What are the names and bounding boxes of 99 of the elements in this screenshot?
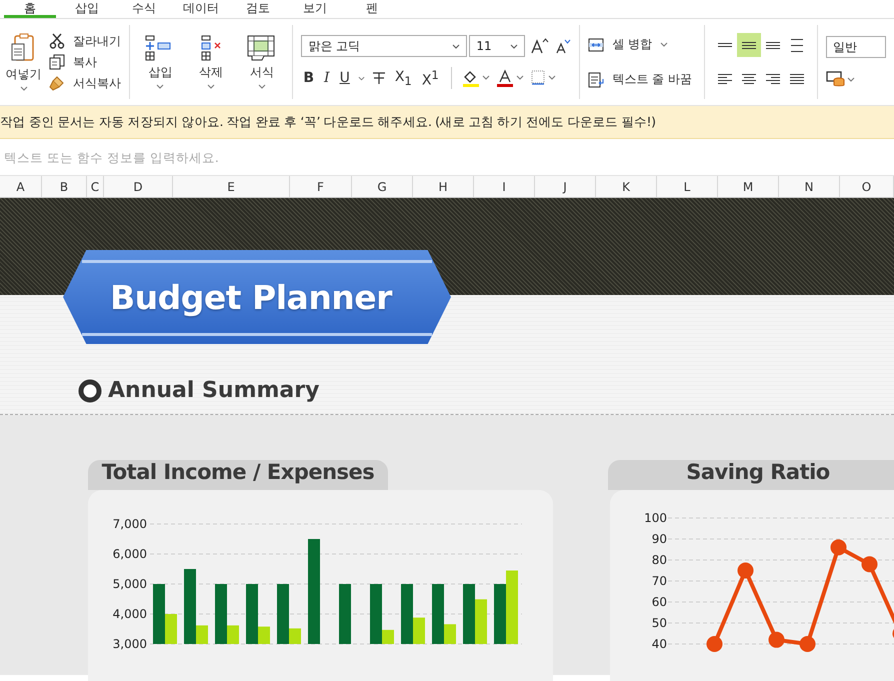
menu-tab[interactable]: 수식 xyxy=(118,0,170,18)
underline-button[interactable]: U xyxy=(338,70,352,86)
align-lines-icon xyxy=(765,42,781,48)
insert-button[interactable]: 삽입 xyxy=(140,35,180,89)
caret-icon xyxy=(156,84,164,89)
strikethrough-icon[interactable] xyxy=(370,70,387,86)
font-color-icon[interactable] xyxy=(496,69,524,87)
column-header[interactable]: A xyxy=(0,176,42,197)
bar xyxy=(494,584,506,644)
column-header[interactable]: B xyxy=(42,176,87,197)
borders-icon[interactable] xyxy=(530,69,556,87)
cell-format-icon xyxy=(246,35,277,61)
format-painter-button[interactable]: 서식복사 xyxy=(49,74,121,92)
y-axis-label: 3,000 xyxy=(112,637,147,651)
align-lines-icon xyxy=(741,74,757,84)
copy-button[interactable]: 복사 xyxy=(49,54,121,70)
number-format-dropdown[interactable]: 일반 xyxy=(826,36,886,58)
data-point xyxy=(862,556,878,572)
section-heading: Annual Summary xyxy=(108,378,320,403)
font-name-dropdown[interactable]: 맑은 고딕 xyxy=(301,35,468,57)
scissors-icon xyxy=(49,33,65,49)
data-point xyxy=(768,632,784,648)
cut-button[interactable]: 잘라내기 xyxy=(49,32,121,50)
wrap-text-icon xyxy=(588,72,604,88)
sheet-title: Budget Planner xyxy=(110,278,392,316)
font-size-dropdown[interactable]: 11 xyxy=(469,35,526,57)
menu-tab[interactable]: 데이터 xyxy=(175,0,227,18)
bar xyxy=(463,584,475,644)
delete-cells-icon xyxy=(201,35,222,61)
column-header[interactable]: F xyxy=(290,176,352,197)
y-axis-label: 60 xyxy=(652,595,667,609)
brush-icon xyxy=(49,75,65,91)
copy-icon xyxy=(49,54,65,70)
bold-button[interactable]: B xyxy=(301,70,316,86)
merge-cells-icon xyxy=(588,38,604,52)
column-header[interactable]: O xyxy=(840,176,894,197)
align-lines-icon xyxy=(765,74,781,84)
ring-bullet-icon xyxy=(78,378,102,402)
caret-icon xyxy=(258,84,266,89)
align-lines-icon xyxy=(717,43,733,47)
menu-tab[interactable]: 펜 xyxy=(346,0,398,18)
y-axis-label: 6,000 xyxy=(112,547,147,561)
column-header[interactable]: I xyxy=(474,176,535,197)
y-axis-label: 5,000 xyxy=(112,577,147,591)
script-button[interactable]: X$^{1}$ xyxy=(420,68,441,88)
caret-icon xyxy=(207,84,216,89)
menu-tab[interactable]: 홈 xyxy=(4,0,56,18)
caret-icon xyxy=(20,86,28,91)
italic-button[interactable]: I xyxy=(322,70,332,86)
column-header[interactable]: C xyxy=(87,176,104,197)
card-title: Saving Ratio xyxy=(686,460,830,484)
data-point xyxy=(800,636,816,652)
menu-tab[interactable]: 검토 xyxy=(232,0,284,18)
menu-tab[interactable]: 보기 xyxy=(289,0,341,18)
y-axis-label: 100 xyxy=(644,511,667,525)
caret-icon xyxy=(510,44,518,48)
align-lines-icon xyxy=(717,74,733,84)
column-header[interactable]: M xyxy=(718,176,779,197)
merge-cells-button[interactable]: 셀 병합 xyxy=(588,36,668,53)
data-point xyxy=(706,636,722,652)
column-header[interactable]: J xyxy=(535,176,596,197)
y-axis-label: 70 xyxy=(652,574,667,588)
bar xyxy=(339,584,351,644)
column-header[interactable]: L xyxy=(657,176,718,197)
y-axis-label: 7,000 xyxy=(112,517,147,531)
align-lines-icon xyxy=(789,38,805,52)
align-lines-icon xyxy=(741,42,757,48)
menu-tab[interactable]: 삽입 xyxy=(61,0,113,18)
card-title: Total Income / Expenses xyxy=(102,460,374,484)
align-middle-button[interactable] xyxy=(737,33,761,57)
column-header[interactable]: G xyxy=(352,176,413,197)
y-axis-label: 40 xyxy=(652,637,667,651)
decrease-font-icon[interactable] xyxy=(555,38,572,54)
caret-icon xyxy=(452,44,460,48)
paste-button[interactable]: 여넣기 xyxy=(2,33,45,91)
fill-color-icon[interactable] xyxy=(462,69,490,87)
data-point xyxy=(738,562,754,578)
y-axis-label: 4,000 xyxy=(112,607,147,621)
delete-button[interactable]: 삭제 xyxy=(191,35,232,89)
y-axis-label: 90 xyxy=(652,532,667,546)
data-point xyxy=(830,539,846,556)
column-header[interactable]: E xyxy=(173,176,290,197)
autosave-notice: 작업 중인 문서는 자동 저장되지 않아요. 작업 완료 후 ‘꼭’ 다운로드 해주세요. (새로 고침 하기 전에도 다운로드 필수!) xyxy=(0,106,894,139)
column-header[interactable]: H xyxy=(413,176,474,197)
column-header[interactable]: K xyxy=(596,176,657,197)
caret-icon xyxy=(660,42,668,47)
script-button[interactable]: X$_{1}$ xyxy=(392,68,414,88)
align-lines-icon xyxy=(789,74,805,84)
caret-icon xyxy=(358,76,365,80)
y-axis-label: 50 xyxy=(652,616,667,630)
currency-format-icon[interactable] xyxy=(826,70,856,88)
column-header[interactable]: N xyxy=(779,176,840,197)
column-header[interactable]: D xyxy=(104,176,173,197)
format-button[interactable]: 서식 xyxy=(242,35,282,89)
bar xyxy=(475,599,487,644)
increase-font-icon[interactable] xyxy=(531,38,550,54)
y-axis-label: 80 xyxy=(652,553,667,567)
wrap-text-button[interactable]: 텍스트 줄 바꿈 xyxy=(588,71,692,88)
clipboard-icon xyxy=(10,33,36,63)
